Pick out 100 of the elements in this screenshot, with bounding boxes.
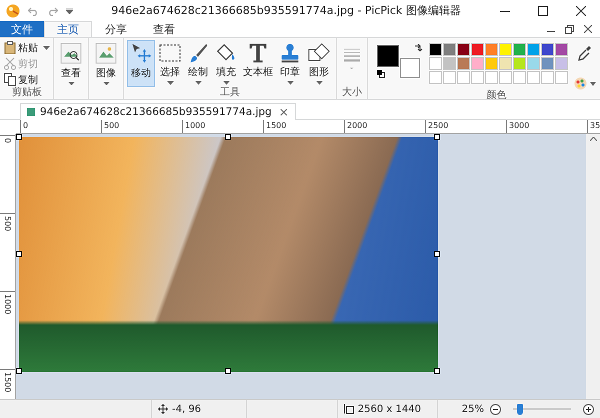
- ruler-label: 1500: [263, 120, 286, 133]
- swap-arrow-icon[interactable]: [414, 44, 424, 53]
- resize-handle[interactable]: [225, 134, 231, 140]
- ruler-label: 3000: [506, 120, 530, 133]
- ribbon-tab[interactable]: 主页: [44, 21, 92, 37]
- color-swatch[interactable]: [429, 57, 442, 70]
- shapes-icon: [307, 43, 332, 64]
- picture-icon: [94, 43, 118, 64]
- secondary-color[interactable]: [400, 58, 420, 78]
- color-swatch[interactable]: [499, 57, 512, 70]
- color-swatch[interactable]: [527, 43, 540, 56]
- copy-button[interactable]: 复制: [4, 72, 50, 87]
- close-icon[interactable]: [584, 25, 592, 33]
- ruler-label: 1000: [182, 120, 206, 133]
- color-swatch[interactable]: [443, 57, 456, 70]
- caret-icon[interactable]: [66, 8, 73, 14]
- caret-icon[interactable]: [590, 82, 596, 86]
- eyedropper-icon[interactable]: [578, 45, 592, 61]
- color-swatch[interactable]: [513, 57, 526, 70]
- color-swatch[interactable]: [457, 43, 470, 56]
- copy-icon: [4, 73, 16, 86]
- letter-t-icon: [248, 43, 268, 64]
- redo-icon[interactable]: [47, 6, 58, 16]
- magnified-picture-icon: [59, 43, 84, 64]
- primary-color[interactable]: [377, 45, 400, 67]
- maximize-icon[interactable]: [538, 6, 548, 16]
- color-swatch[interactable]: [485, 71, 498, 84]
- zoom-out-button[interactable]: [490, 404, 501, 414]
- color-wheel-icon[interactable]: [574, 77, 588, 90]
- color-swatch[interactable]: [499, 71, 512, 84]
- cursor-position: -4, 96: [172, 404, 202, 414]
- ribbon-tab[interactable]: 查看: [140, 21, 188, 37]
- color-swatch[interactable]: [485, 43, 498, 56]
- color-swatch[interactable]: [429, 43, 442, 56]
- document-tab[interactable]: 946e2a674628c21366685b935591774a.jpg ×: [20, 103, 296, 120]
- restore-icon[interactable]: [565, 24, 574, 34]
- color-swatch[interactable]: [541, 43, 554, 56]
- paste-button[interactable]: 粘贴: [4, 40, 50, 55]
- color-swatch[interactable]: [541, 71, 554, 84]
- app-icon: [6, 4, 20, 18]
- color-swatch[interactable]: [443, 43, 456, 56]
- color-swatch[interactable]: [485, 57, 498, 70]
- color-swatch[interactable]: [513, 43, 526, 56]
- move-tool-button[interactable]: 移动: [127, 40, 156, 87]
- resize-handle[interactable]: [434, 368, 440, 374]
- stamp-tool-button[interactable]: 印章: [277, 40, 304, 87]
- ribbon-tab[interactable]: 文件: [0, 21, 44, 37]
- view-button[interactable]: 查看: [57, 40, 86, 87]
- stamp-icon: [279, 43, 302, 64]
- color-swatch[interactable]: [527, 57, 540, 70]
- color-swatch[interactable]: [555, 57, 568, 70]
- ruler-label: 1000: [3, 294, 12, 314]
- resize-handle[interactable]: [225, 368, 231, 374]
- zoom-percent: 25%: [462, 404, 484, 414]
- ruler-label: 1500: [3, 372, 12, 392]
- image-size-icon: [344, 404, 354, 414]
- resize-handle[interactable]: [16, 368, 22, 374]
- ruler-label: 35: [587, 120, 600, 133]
- text-tool-button[interactable]: 文本框: [241, 40, 276, 87]
- ruler-label: 500: [3, 216, 12, 232]
- resize-handle[interactable]: [434, 134, 440, 140]
- ruler-label: 2500: [425, 120, 448, 133]
- undo-icon[interactable]: [28, 6, 39, 16]
- zoom-in-button[interactable]: [583, 404, 594, 414]
- color-swatch[interactable]: [499, 43, 512, 56]
- color-swatch[interactable]: [429, 71, 442, 84]
- slider-thumb[interactable]: [517, 404, 524, 414]
- scissors-icon: [4, 57, 16, 70]
- color-swatch[interactable]: [457, 71, 470, 84]
- group-label: 大小: [341, 87, 364, 99]
- color-swatch[interactable]: [555, 43, 568, 56]
- color-swatch[interactable]: [513, 71, 526, 84]
- resize-handle[interactable]: [16, 134, 22, 140]
- color-swatch[interactable]: [471, 71, 484, 84]
- close-icon[interactable]: [576, 6, 586, 16]
- color-swatch[interactable]: [471, 43, 484, 56]
- select-tool-button[interactable]: 选择: [157, 40, 184, 87]
- resize-handle[interactable]: [16, 251, 22, 257]
- reset-colors-icon[interactable]: [377, 70, 386, 78]
- image-size: 2560 x 1440: [358, 404, 421, 414]
- vertical-scrollbar[interactable]: [586, 134, 600, 399]
- color-swatch[interactable]: [555, 71, 568, 84]
- ruler-label: 2000: [344, 120, 368, 133]
- shape-tool-button[interactable]: 图形: [305, 40, 334, 87]
- ruler-label: 500: [101, 120, 120, 133]
- close-tab-button[interactable]: ×: [276, 105, 291, 119]
- caret-icon[interactable]: [590, 137, 596, 141]
- color-swatch[interactable]: [541, 57, 554, 70]
- fill-tool-button[interactable]: 填充: [213, 40, 240, 87]
- resize-handle[interactable]: [434, 251, 440, 257]
- draw-tool-button[interactable]: 绘制: [185, 40, 212, 87]
- window-title: 946e2a674628c21366685b935591774a.jpg - PicPick 图像编辑器: [110, 3, 462, 18]
- color-swatch[interactable]: [471, 57, 484, 70]
- color-swatch[interactable]: [457, 57, 470, 70]
- color-swatch[interactable]: [443, 71, 456, 84]
- color-swatch[interactable]: [527, 71, 540, 84]
- ruler-label: 0: [3, 138, 12, 144]
- minus-icon: [490, 404, 501, 414]
- image-button[interactable]: 图像: [92, 40, 120, 87]
- ribbon-tab[interactable]: 分享: [92, 21, 140, 37]
